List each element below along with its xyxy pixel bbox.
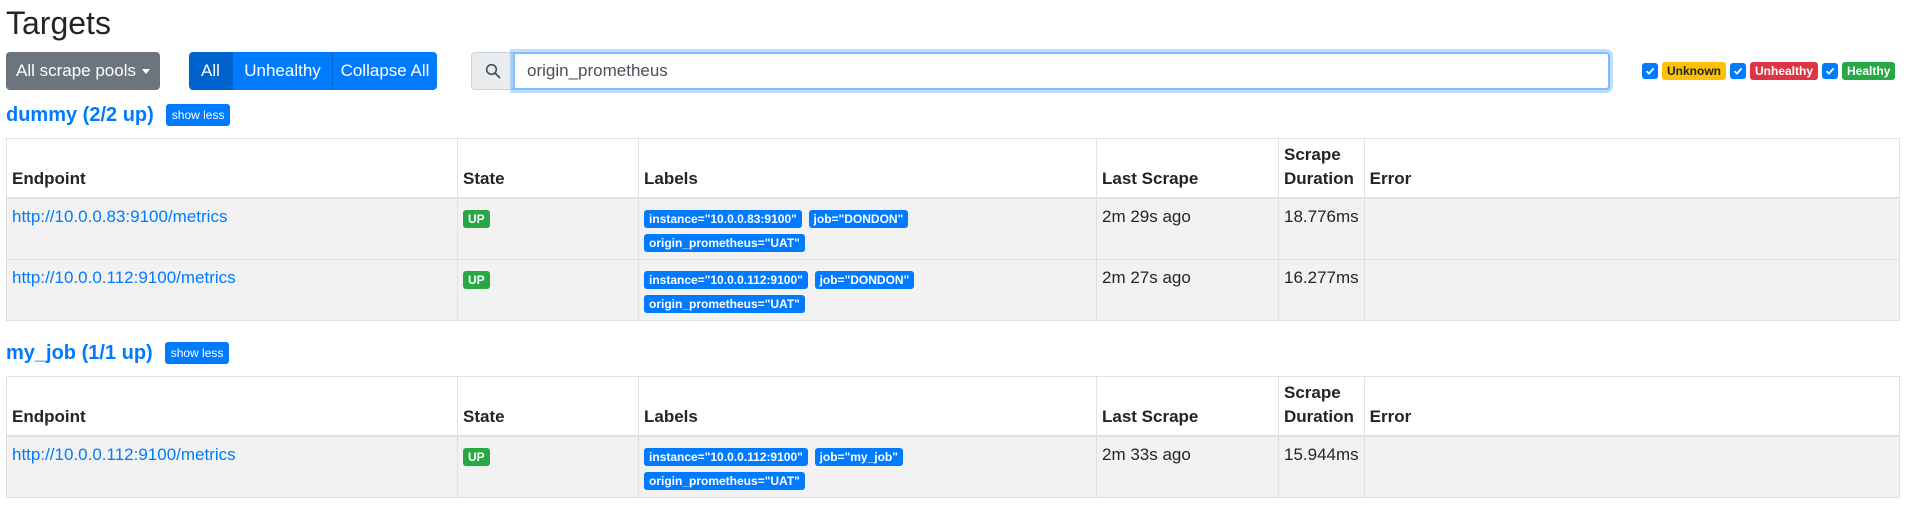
page-title: Targets [6,5,111,41]
col-state: State [457,376,639,437]
scrape-duration-cell: 18.776ms [1278,197,1365,260]
table-row: http://10.0.0.112:9100/metrics UP instan… [6,435,1901,498]
endpoint-link[interactable]: http://10.0.0.83:9100/metrics [12,207,227,226]
label-badge: origin_prometheus="UAT" [644,234,805,252]
pool-header-my-job: my_job (1/1 up) show less [6,341,230,365]
scrape-duration-cell: 15.944ms [1278,435,1365,498]
targets-table-dummy: Endpoint State Labels Last Scrape Scrape… [6,138,1901,321]
filter-unhealthy-button[interactable]: Unhealthy [233,52,333,90]
pool-title[interactable]: my_job (1/1 up) [6,341,153,365]
label-badge: instance="10.0.0.83:9100" [644,210,802,228]
unknown-filter-badge: Unknown [1662,62,1726,80]
error-cell [1363,435,1901,498]
col-scrape-duration: Scrape Duration [1278,138,1365,199]
col-last-scrape: Last Scrape [1096,376,1279,437]
label-badge: origin_prometheus="UAT" [644,472,805,490]
targets-table-my-job: Endpoint State Labels Last Scrape Scrape… [6,376,1901,498]
search-bar [471,52,1610,90]
healthy-filter-badge: Healthy [1842,62,1896,80]
collapse-all-button[interactable]: Collapse All [333,52,437,90]
unhealthy-checkbox[interactable] [1730,63,1746,79]
label-badge: job="DONDON" [814,271,915,289]
status-filters: Unknown Unhealthy Healthy [1642,62,1896,80]
col-state: State [457,138,639,199]
unknown-checkbox[interactable] [1642,63,1658,79]
toolbar: All scrape pools All Unhealthy Collapse … [6,52,1906,90]
search-input[interactable] [513,52,1610,90]
endpoint-link[interactable]: http://10.0.0.112:9100/metrics [12,268,236,287]
col-error: Error [1363,376,1901,437]
filter-button-group: All Unhealthy Collapse All [189,52,437,90]
state-badge: UP [463,448,490,466]
state-badge: UP [463,271,490,289]
table-row: http://10.0.0.112:9100/metrics UP instan… [6,259,1901,321]
label-badge: job="my_job" [814,448,903,466]
pool-title[interactable]: dummy (2/2 up) [6,103,154,127]
unhealthy-filter-badge: Unhealthy [1750,62,1819,80]
caret-down-icon [142,68,150,74]
error-cell [1363,259,1901,321]
filter-all-button[interactable]: All [189,52,233,90]
col-scrape-duration: Scrape Duration [1278,376,1365,437]
show-less-button[interactable]: show less [164,342,230,364]
last-scrape-cell: 2m 29s ago [1096,197,1279,260]
label-badge: origin_prometheus="UAT" [644,295,805,313]
col-labels: Labels [638,376,1097,437]
col-error: Error [1363,138,1901,199]
last-scrape-cell: 2m 33s ago [1096,435,1279,498]
label-badge: instance="10.0.0.112:9100" [644,271,808,289]
last-scrape-cell: 2m 27s ago [1096,259,1279,321]
scrape-pools-label: All scrape pools [15,61,136,80]
pool-header-dummy: dummy (2/2 up) show less [6,103,231,127]
label-badge: job="DONDON" [808,210,909,228]
healthy-checkbox[interactable] [1822,63,1839,79]
col-endpoint: Endpoint [6,376,458,437]
col-last-scrape: Last Scrape [1096,138,1279,199]
scrape-pools-dropdown[interactable]: All scrape pools [6,52,160,90]
table-row: http://10.0.0.83:9100/metrics UP instanc… [6,197,1901,260]
search-icon [471,52,513,90]
error-cell [1363,197,1901,260]
state-badge: UP [463,210,490,228]
label-badge: instance="10.0.0.112:9100" [644,448,808,466]
show-less-button[interactable]: show less [165,104,231,126]
col-endpoint: Endpoint [6,138,458,199]
endpoint-link[interactable]: http://10.0.0.112:9100/metrics [12,445,236,464]
scrape-duration-cell: 16.277ms [1278,259,1365,321]
col-labels: Labels [638,138,1097,199]
